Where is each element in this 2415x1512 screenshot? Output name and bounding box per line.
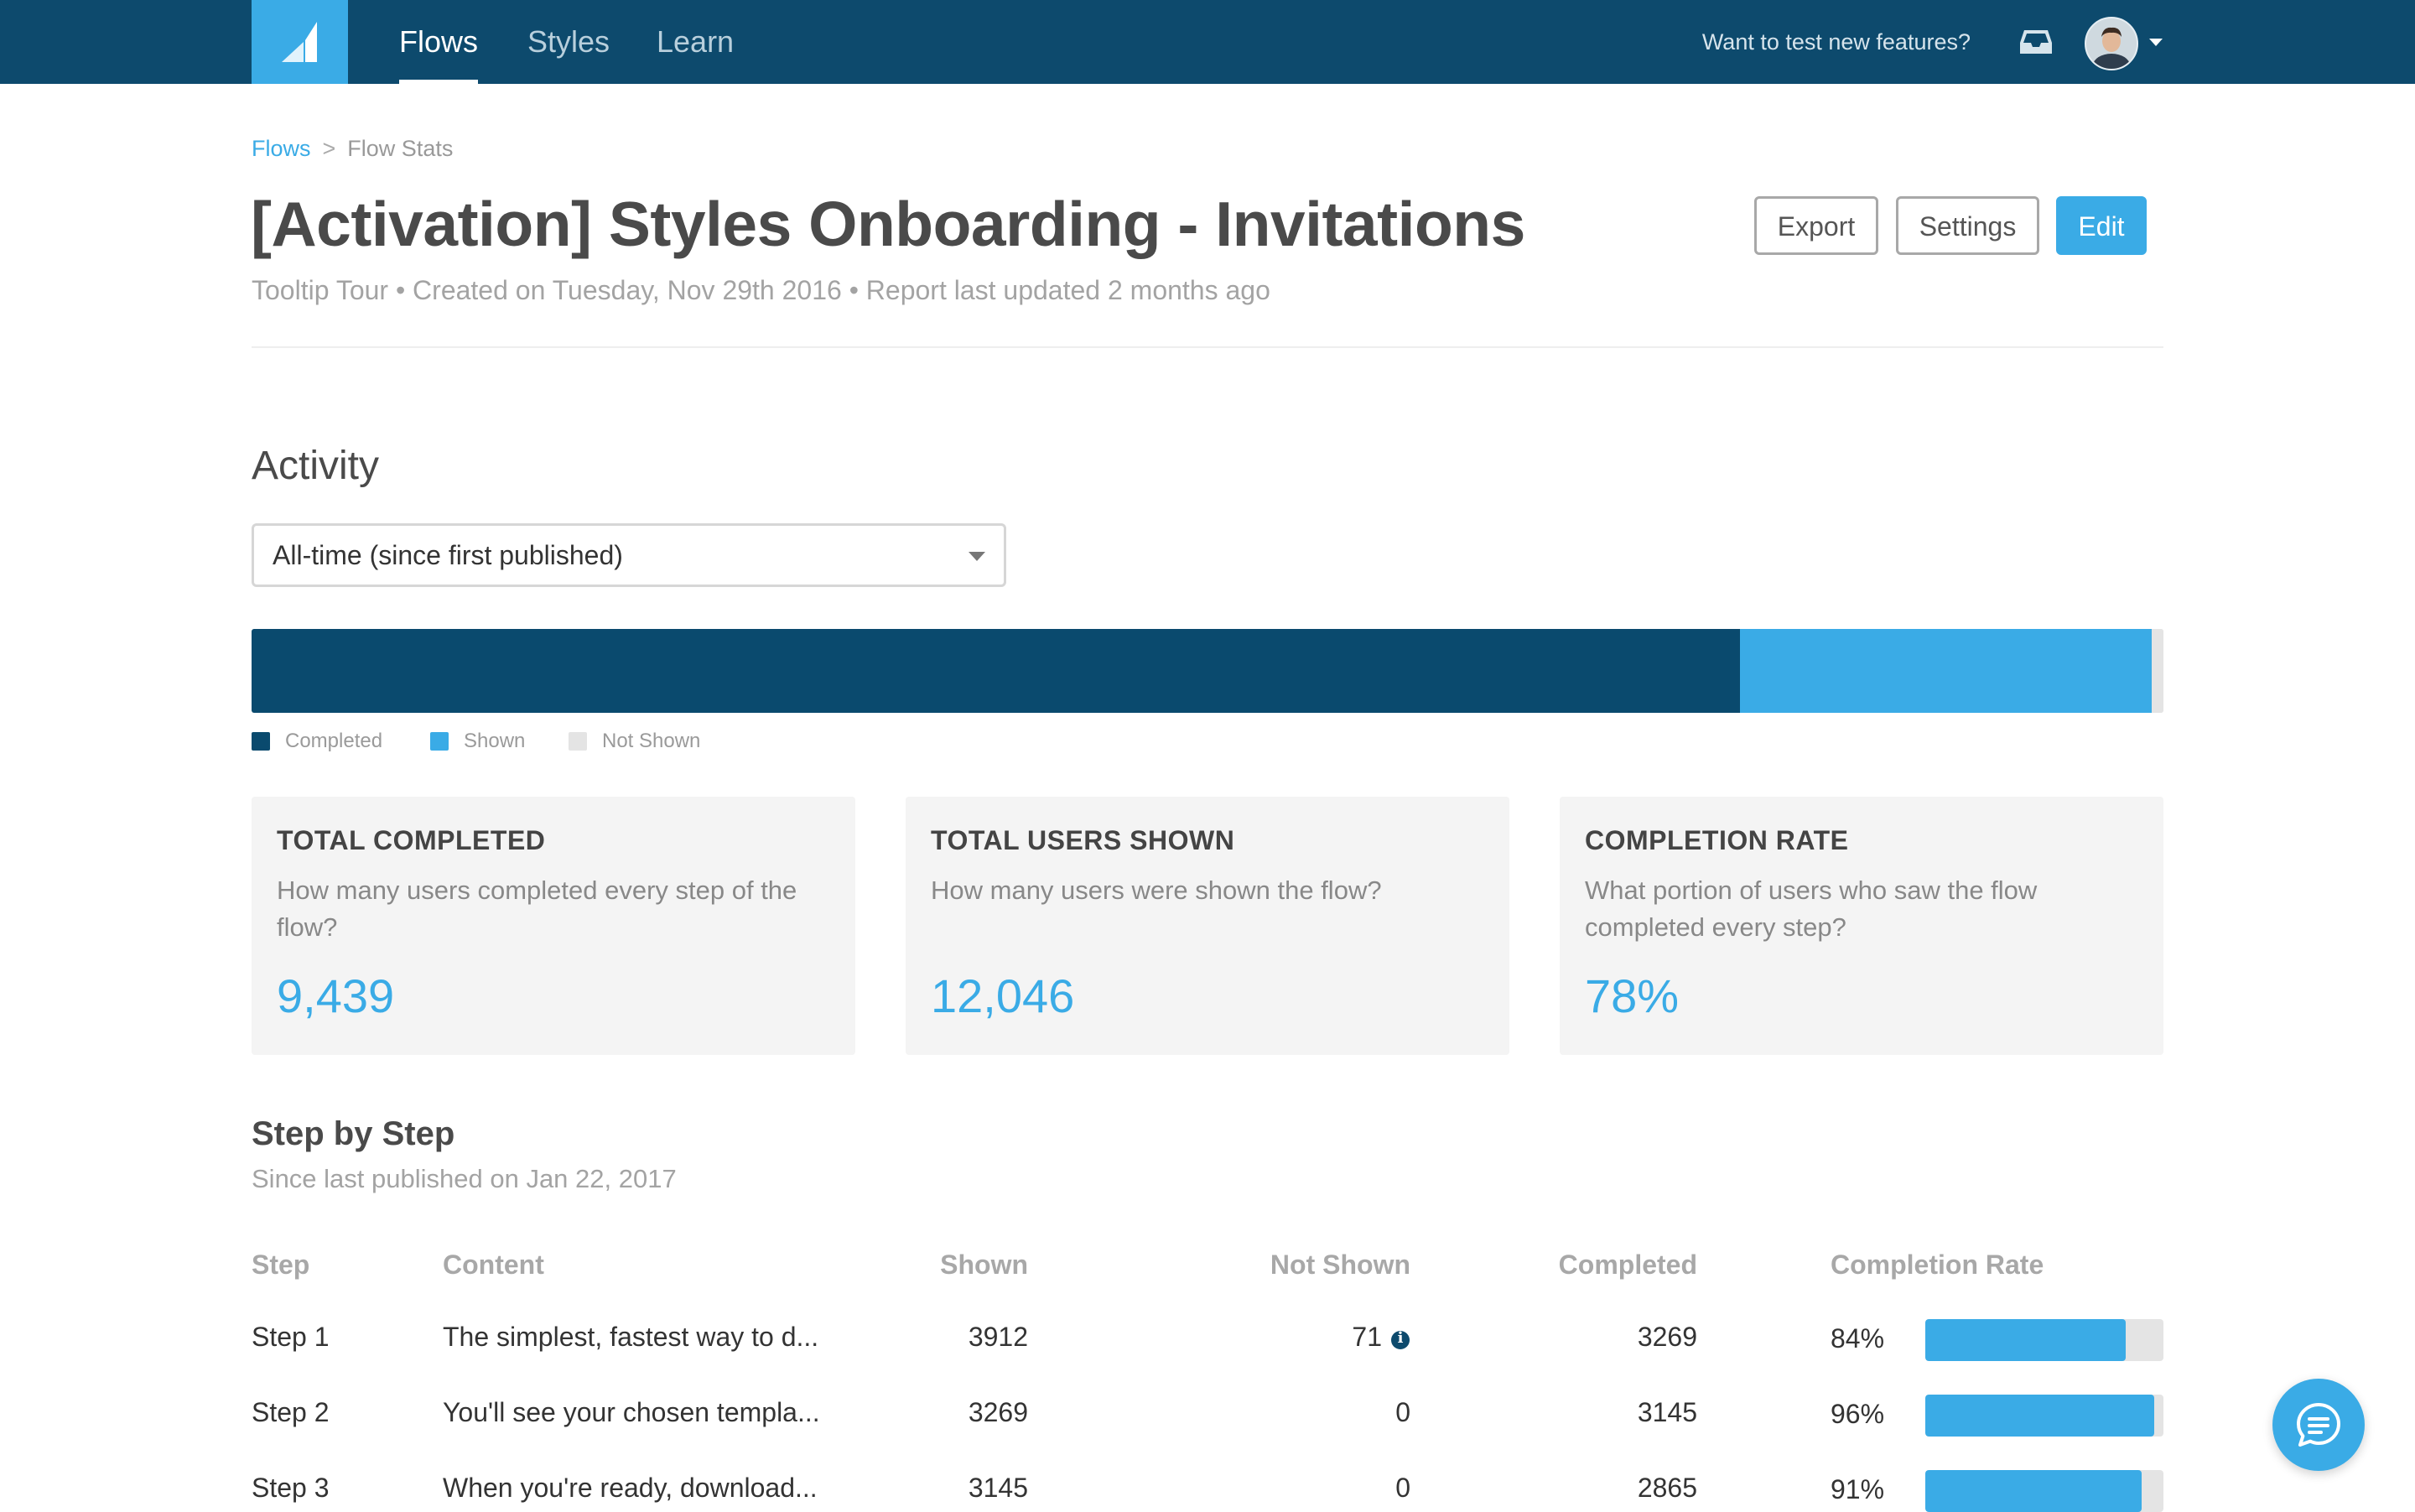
nav-learn[interactable]: Learn [657,0,734,84]
card-description: How many users completed every step of t… [277,876,797,942]
step-by-step-subtitle: Since last published on Jan 22, 2017 [252,1164,677,1193]
step-by-step-title: Step by Step [252,1115,455,1152]
logo-mark-icon [282,22,317,62]
column-header-completion-rate: Completion Rate [1831,1250,2044,1280]
breadcrumb-current: Flow Stats [347,136,454,161]
completion-rate-cell: 91% [1831,1474,1885,1504]
legend-completed-label: Completed [285,730,383,752]
completion-rate-card: COMPLETION RATE What portion of users wh… [1560,797,2163,1055]
completed-cell: 3269 [1637,1322,1697,1352]
total-completed-card: TOTAL COMPLETED How many users completed… [252,797,855,1055]
legend-shown-label: Shown [464,730,526,752]
not-shown-cell: 0 [1395,1397,1410,1427]
top-navbar: Flows Styles Learn Want to test new feat… [0,0,2415,84]
activity-stacked-bar [252,629,2163,713]
avatar-face-icon [2086,18,2137,69]
completion-rate-bar [1925,1319,2163,1361]
breadcrumb: Flows > Flow Stats [252,136,453,162]
not-shown-cell: 0 [1395,1473,1410,1503]
completion-rate-fill [1925,1470,2142,1512]
not-shown-segment [2151,629,2163,713]
completion-rate-cell: 84% [1831,1323,1885,1354]
header-divider [252,346,2163,348]
completion-rate-bar [1925,1470,2163,1512]
completed-cell: 2865 [1637,1473,1697,1503]
date-range-select[interactable]: All-time (since first published) [252,523,1006,587]
flow-meta: Tooltip Tour • Created on Tuesday, Nov 2… [252,275,1270,305]
completed-cell: 3145 [1637,1397,1697,1427]
completion-rate-fill [1925,1395,2154,1437]
shown-cell: 3912 [968,1322,1028,1352]
nav-flows[interactable]: Flows [399,0,479,84]
shown-segment [1739,629,2152,713]
nav-styles[interactable]: Styles [527,0,610,84]
column-header-content: Content [443,1250,544,1280]
activity-title: Activity [252,444,380,488]
step-cell: Step 1 [252,1322,330,1352]
nav-active-underline [399,80,479,84]
column-header-not-shown: Not Shown [1270,1250,1410,1280]
chat-launcher-button[interactable] [2272,1379,2365,1471]
card-value: 78% [1585,969,1680,1022]
nav-flows-label: Flows [399,24,479,59]
test-features-link[interactable]: Want to test new features? [1702,0,1971,84]
shown-cell: 3269 [968,1397,1028,1427]
user-avatar[interactable] [2085,17,2138,70]
step-cell: Step 3 [252,1473,330,1503]
page-title: [Activation] Styles Onboarding - Invitat… [251,189,1525,259]
completion-rate-cell: 96% [1831,1399,1885,1429]
export-button[interactable]: Export [1754,196,1878,255]
breadcrumb-separator: > [322,136,336,161]
column-header-completed: Completed [1558,1250,1697,1280]
column-header-step: Step [252,1250,310,1280]
completion-rate-bar [1925,1395,2163,1437]
breadcrumb-flows-link[interactable]: Flows [252,136,311,161]
card-description: How many users were shown the flow? [931,876,1382,905]
legend-swatch-completed [252,732,270,751]
card-description: What portion of users who saw the flow c… [1585,876,2038,942]
total-users-shown-card: TOTAL USERS SHOWN How many users were sh… [906,797,1509,1055]
appcues-logo[interactable] [252,0,348,84]
date-range-value: All-time (since first published) [273,540,623,570]
card-title: COMPLETION RATE [1585,825,1849,855]
edit-button[interactable]: Edit [2056,196,2147,255]
card-value: 9,439 [277,969,395,1022]
legend-swatch-shown [430,732,449,751]
shown-cell: 3145 [968,1473,1028,1503]
card-value: 12,046 [931,969,1075,1022]
settings-button[interactable]: Settings [1896,196,2039,255]
completed-segment [252,629,1740,713]
legend-not-shown-label: Not Shown [602,730,701,752]
avatar-dropdown-caret-icon[interactable] [2149,39,2163,46]
content-cell: You'll see your chosen templa... [443,1397,820,1427]
nav-learn-label: Learn [657,24,735,59]
card-title: TOTAL COMPLETED [277,825,546,855]
not-shown-cell: 71 [1352,1322,1382,1352]
legend-swatch-not-shown [569,732,587,751]
chat-bubble-icon [2297,1403,2340,1447]
nav-styles-label: Styles [527,24,610,59]
info-icon[interactable] [1391,1329,1410,1349]
content-cell: When you're ready, download... [443,1473,818,1503]
column-header-shown: Shown [940,1250,1028,1280]
card-title: TOTAL USERS SHOWN [931,825,1235,855]
completion-rate-fill [1925,1319,2126,1361]
inbox-icon[interactable] [2019,29,2053,55]
content-cell: The simplest, fastest way to d... [443,1322,819,1352]
step-cell: Step 2 [252,1397,330,1427]
chevron-down-icon [969,552,985,561]
